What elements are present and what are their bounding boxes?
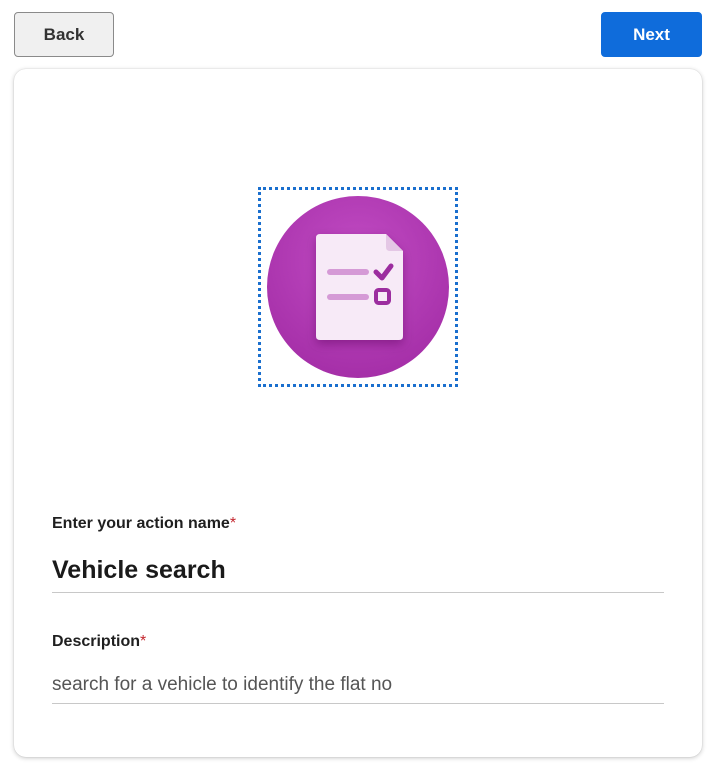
action-name-label: Enter your action name*: [52, 515, 236, 533]
back-button[interactable]: Back: [14, 12, 114, 57]
required-marker: *: [229, 515, 237, 532]
action-setup-page: Back Next Enter your action name* Vehicl…: [0, 0, 716, 771]
description-label-text: Description: [52, 633, 141, 650]
action-icon-picker[interactable]: [258, 187, 458, 387]
action-details-card: Enter your action name* Description*: [14, 69, 702, 757]
required-marker: *: [140, 633, 147, 650]
next-button[interactable]: Next: [601, 12, 702, 57]
description-input[interactable]: [52, 667, 664, 704]
forms-checklist-icon: [267, 196, 449, 378]
action-name-label-text: Enter your action name: [52, 515, 230, 532]
action-name-input[interactable]: [52, 549, 664, 593]
description-label: Description*: [52, 633, 146, 651]
